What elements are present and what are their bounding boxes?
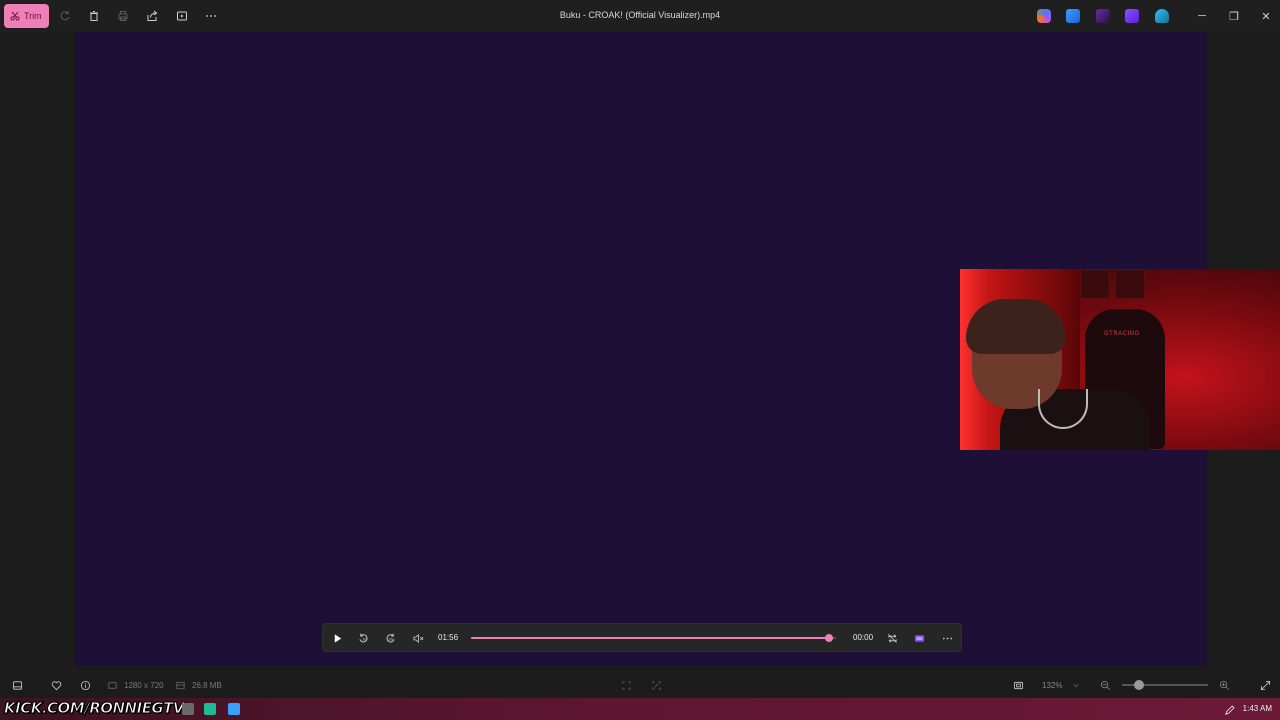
person-hair <box>966 299 1066 354</box>
video-editor-icon[interactable] <box>1125 9 1139 23</box>
close-button[interactable]: ✕ <box>1258 8 1274 24</box>
taskbar-app-icon[interactable] <box>228 703 240 715</box>
restore-button[interactable]: ❐ <box>1226 8 1242 24</box>
zoom-slider[interactable] <box>1122 680 1208 690</box>
zoom-out-icon[interactable] <box>1098 678 1112 692</box>
crop-icon[interactable] <box>619 678 633 692</box>
status-bar: 1280 x 720 26.8 MB 132% <box>0 672 1280 698</box>
file-size-icon <box>174 678 186 692</box>
clipchamp-button[interactable] <box>911 630 927 646</box>
print-icon[interactable] <box>115 8 131 24</box>
wall-poster <box>1115 269 1145 299</box>
player-more-button[interactable] <box>939 630 955 646</box>
svg-text:30: 30 <box>388 637 393 641</box>
wall-poster <box>1080 269 1110 299</box>
zoom-slider-thumb[interactable] <box>1134 680 1145 690</box>
zoom-in-icon[interactable] <box>1217 678 1231 692</box>
edit-app-icon[interactable] <box>1066 9 1080 23</box>
forward-30-icon: 30 <box>386 633 395 642</box>
minimize-button[interactable]: ─ <box>1194 8 1210 24</box>
taskbar-clock: 1:43 AM <box>1242 704 1272 713</box>
stream-overlay-text: KICK.COM/RONNIEGTV <box>4 699 185 718</box>
rewind-10-icon: 10 <box>358 633 367 642</box>
rotate-icon[interactable] <box>57 8 73 24</box>
enhance-icon[interactable] <box>649 678 663 692</box>
title-bar: Trim Buku - CROAK! (Official Visualizer)… <box>0 0 1280 32</box>
speaker-muted-icon <box>413 633 423 643</box>
more-icon[interactable] <box>203 8 219 24</box>
file-size-text: 26.8 MB <box>192 681 222 690</box>
share-icon[interactable] <box>144 8 160 24</box>
mute-button[interactable] <box>410 630 426 646</box>
onedrive-icon[interactable] <box>1155 9 1169 23</box>
webcam-overlay: GTRACING <box>960 269 1280 450</box>
filmstrip-icon[interactable] <box>10 678 24 692</box>
window-title: Buku - CROAK! (Official Visualizer).mp4 <box>559 10 721 20</box>
forward-30-button[interactable]: 30 <box>382 630 398 646</box>
seek-progress <box>471 637 829 639</box>
fullscreen-icon[interactable] <box>1258 678 1272 692</box>
copilot-icon[interactable] <box>1037 9 1051 23</box>
scissors-icon <box>10 11 20 21</box>
play-button[interactable] <box>329 630 345 646</box>
seek-thumb[interactable] <box>824 634 833 642</box>
info-icon[interactable] <box>78 678 92 692</box>
trim-button[interactable]: Trim <box>4 4 49 28</box>
seek-bar[interactable] <box>471 634 836 642</box>
more-icon <box>942 637 952 639</box>
taskbar-app-icon[interactable] <box>182 703 194 715</box>
repeat-button[interactable] <box>884 630 900 646</box>
elapsed-time: 01:56 <box>438 633 459 642</box>
svg-text:10: 10 <box>361 637 366 641</box>
chair-logo: GTRACING <box>1104 331 1140 337</box>
play-icon <box>334 633 341 643</box>
zoom-level[interactable]: 132% <box>1042 681 1062 690</box>
pen-icon[interactable] <box>1224 703 1235 715</box>
remaining-time: 00:00 <box>853 633 874 642</box>
clipchamp-icon <box>914 634 924 642</box>
resolution-text: 1280 x 720 <box>124 681 164 690</box>
taskbar: KICK.COM/RONNIEGTV 1:43 AM <box>0 698 1280 720</box>
favorite-icon[interactable] <box>49 678 63 692</box>
chevron-down-icon[interactable] <box>1071 678 1081 692</box>
slideshow-icon[interactable] <box>174 8 190 24</box>
clipchamp-icon[interactable] <box>1096 9 1110 23</box>
taskbar-app-icon[interactable] <box>204 703 216 715</box>
rewind-10-button[interactable]: 10 <box>355 630 371 646</box>
delete-icon[interactable] <box>86 8 102 24</box>
resolution-icon <box>106 678 118 692</box>
trim-label: Trim <box>24 11 42 21</box>
player-controls: 10 30 01:56 00:00 <box>322 623 962 652</box>
fit-to-window-icon[interactable] <box>1011 678 1025 692</box>
repeat-off-icon <box>887 633 897 643</box>
